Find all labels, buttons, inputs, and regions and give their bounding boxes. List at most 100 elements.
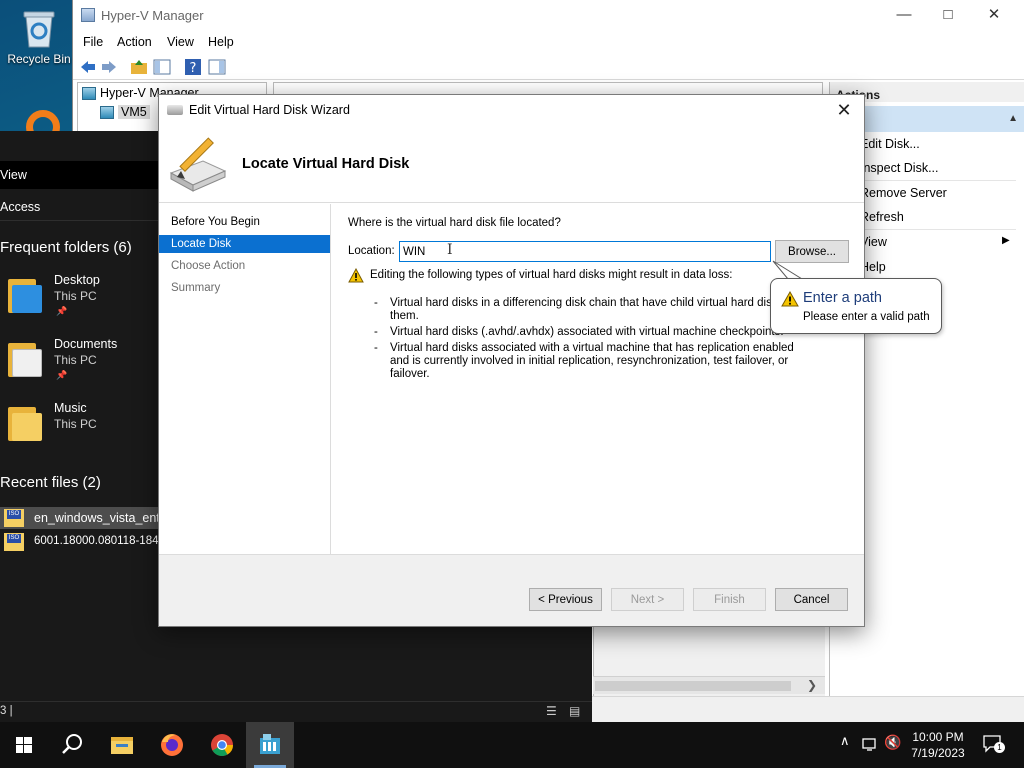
desktop-folder-icon [8,275,42,313]
validation-balloon: Enter a path Please enter a valid path [770,278,942,334]
forward-arrow-icon[interactable] [100,58,118,76]
nav-locate-disk[interactable]: Locate Disk [159,235,330,253]
hyperv-app-icon [81,8,95,22]
location-input[interactable] [399,241,771,262]
scrollbar-thumb[interactable] [595,681,791,691]
quick-access-label[interactable]: Access [0,200,40,214]
taskbar: ∧ 🔇 10:00 PM 7/19/2023 1 [0,722,1024,768]
up-folder-icon[interactable] [130,58,148,76]
finish-button: Finish [693,588,766,611]
close-button[interactable]: ✕ [971,0,1017,31]
recycle-bin[interactable]: Recycle Bin [6,6,72,66]
nav-summary: Summary [171,282,221,294]
search-icon [62,734,82,754]
menu-action[interactable]: Action [117,35,152,49]
menu-help[interactable]: Help [208,35,234,49]
warning-icon [348,268,364,283]
balloon-message: Please enter a valid path [803,311,930,323]
show-hidden-icons[interactable]: ∧ [840,733,850,749]
maximize-button[interactable]: □ [925,0,971,31]
recent-file-row[interactable]: en_windows_vista_enter [0,507,171,529]
folder-desktop-name[interactable]: Desktop [54,273,100,287]
recent-files-header[interactable]: Recent files (2) [0,474,101,491]
warning-intro-text: Editing the following types of virtual h… [370,269,733,281]
action-inspect-disk[interactable]: Inspect Disk... [860,161,939,175]
action-remove-server[interactable]: Remove Server [860,186,947,200]
location-label: Location: [348,245,395,257]
folder-desktop-location: This PC [54,289,97,303]
submenu-arrow-icon: ▶ [1002,235,1010,246]
start-button[interactable] [0,722,48,768]
action-pane-icon[interactable] [208,58,226,76]
previous-button[interactable]: < Previous [529,588,602,611]
warning-bullet: - Virtual hard disks (.avhd/.avhdx) assoc… [374,326,794,339]
taskbar-firefox[interactable] [148,722,196,768]
svg-text:?: ? [190,61,197,76]
taskbar-clock[interactable]: 10:00 PM 7/19/2023 [908,729,968,761]
wizard-page-heading: Locate Virtual Hard Disk [242,156,410,172]
show-hide-tree-icon[interactable] [153,58,171,76]
menu-view[interactable]: View [167,35,194,49]
file-explorer-icon [111,737,133,754]
minimize-button[interactable]: — [881,0,927,31]
text-cursor-icon: I [447,242,453,258]
location-question: Where is the virtual hard disk file loca… [348,217,561,229]
wizard-button-bar: < Previous Next > Finish Cancel [159,554,864,626]
folder-music-name[interactable]: Music [54,401,87,415]
frequent-folders-header[interactable]: Frequent folders (6) [0,239,132,256]
server-icon [100,106,114,119]
recent-file-name: en_windows_vista_enter [34,511,171,525]
horizontal-scrollbar[interactable]: ❯ [593,676,825,694]
pin-icon: 📌 [56,306,68,316]
taskbar-chrome[interactable] [198,722,246,768]
warning-bullet: - Virtual hard disks associated with a vi… [374,342,794,380]
hyperv-title: Hyper-V Manager [101,8,204,23]
documents-folder-icon [8,339,42,377]
action-refresh[interactable]: Refresh [860,210,904,224]
clock-time: 10:00 PM [912,730,964,744]
clock-date: 7/19/2023 [911,746,965,760]
music-folder-icon [8,403,42,441]
wizard-close-button[interactable]: ✕ [830,97,858,123]
hyperv-titlebar: Hyper-V Manager — □ ✕ [73,0,1024,31]
menu-file[interactable]: File [83,35,103,49]
help-icon[interactable]: ? [184,58,202,76]
wizard-disk-icon [167,105,183,115]
recent-file-name: 6001.18000.080118-1840 [34,535,165,547]
taskbar-file-explorer[interactable] [98,722,146,768]
folder-documents-name[interactable]: Documents [54,337,117,351]
action-center-button[interactable]: 1 [982,734,1005,754]
wizard-titlebar: Edit Virtual Hard Disk Wizard ✕ [159,95,864,125]
next-button: Next > [611,588,684,611]
recent-file-row[interactable]: 6001.18000.080118-1840 [0,531,165,553]
cancel-button[interactable]: Cancel [775,588,848,611]
hyperv-tree-icon [82,87,96,100]
windows-logo-icon [16,737,32,753]
warning-bullet-text: Virtual hard disks in a differencing dis… [390,297,799,322]
back-arrow-icon[interactable] [79,58,97,76]
network-icon[interactable] [862,738,880,752]
nav-before-you-begin[interactable]: Before You Begin [159,213,330,231]
scroll-right-icon[interactable]: ❯ [807,678,817,692]
details-view-icon[interactable]: ☰ [546,704,557,718]
hyperv-manager-icon [260,734,280,754]
collapse-up-icon[interactable]: ▲ [1008,113,1018,124]
volume-muted-icon[interactable]: 🔇 [884,734,901,751]
recycle-bin-label: Recycle Bin [7,52,71,66]
chrome-icon [211,734,233,756]
large-icons-view-icon[interactable]: ▤ [569,704,580,718]
recycle-bin-icon [22,8,56,48]
action-edit-disk[interactable]: Edit Disk... [860,137,920,151]
notification-count-badge: 1 [994,742,1005,753]
taskbar-hyperv-manager[interactable] [246,722,294,768]
warning-bullet: - Virtual hard disks in a differencing di… [374,297,799,322]
disk-pencil-icon [169,137,227,192]
tree-server-vm5[interactable]: VM5 [118,105,150,119]
hyperv-menubar: File Action View Help [73,31,1024,53]
balloon-title: Enter a path [803,290,882,306]
explorer-status-text: 3 | [0,705,13,717]
search-button[interactable] [48,722,96,768]
actions-divider [856,180,1016,181]
ribbon-tab-view[interactable]: View [0,168,27,182]
pin-icon: 📌 [56,370,68,380]
